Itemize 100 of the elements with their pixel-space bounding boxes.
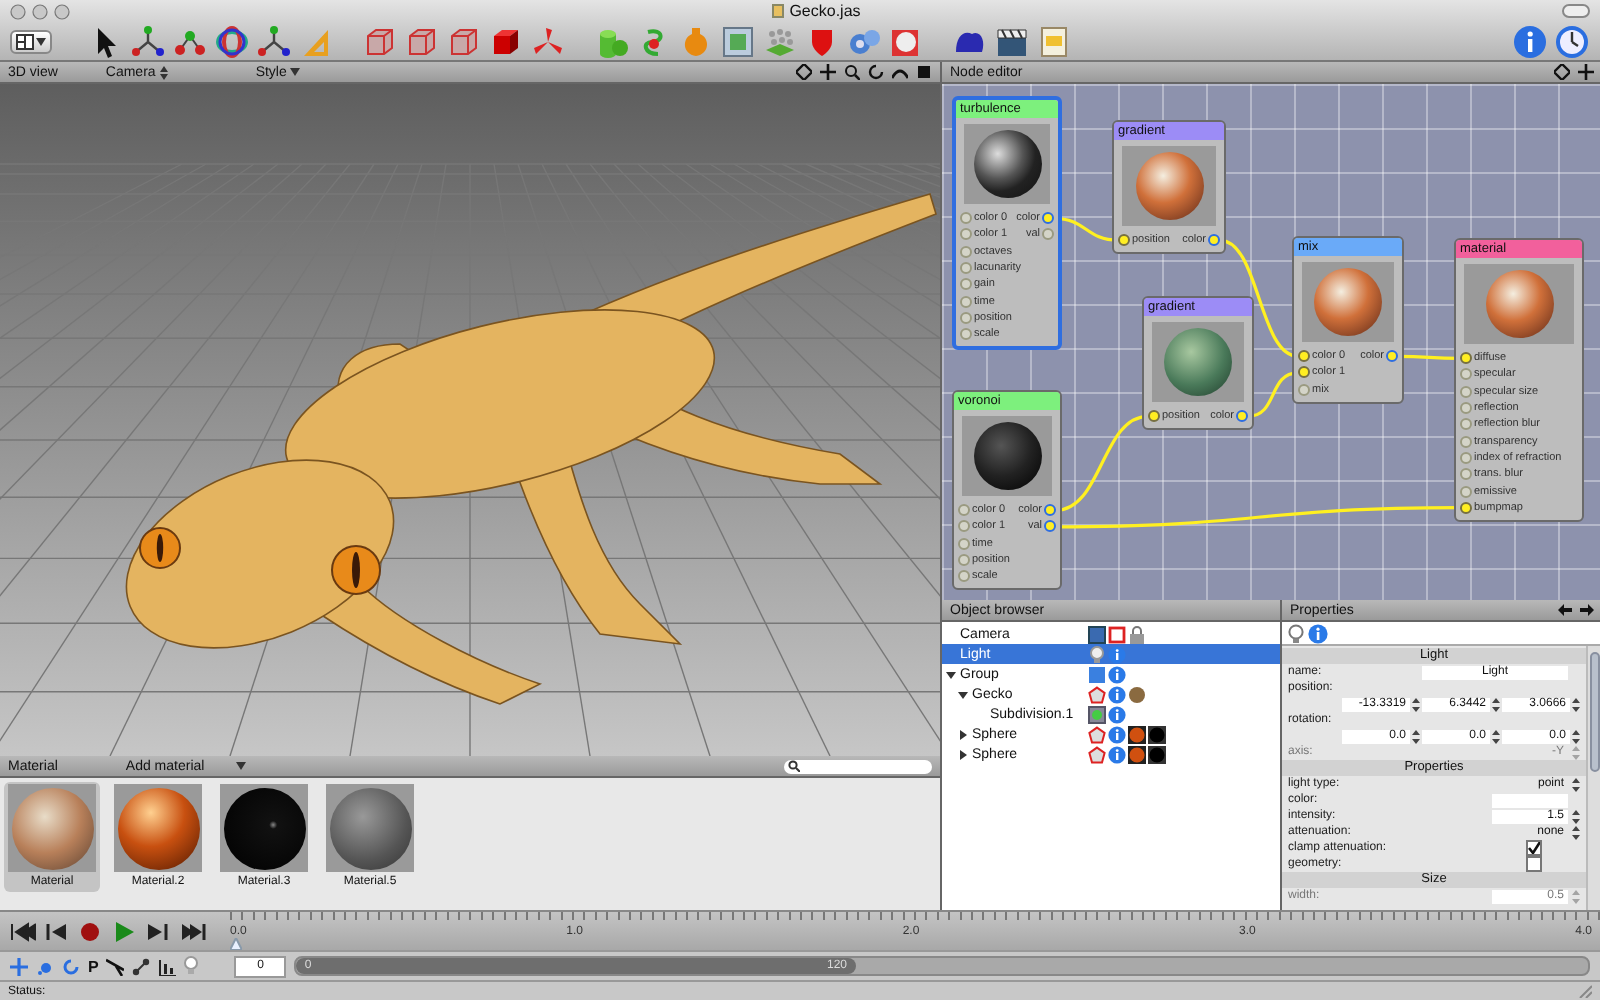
clock-icon[interactable]	[1554, 23, 1590, 59]
collapsed-triangle-icon[interactable]	[958, 749, 968, 759]
port-dot[interactable]	[1460, 468, 1472, 481]
port-dot[interactable]	[960, 245, 972, 258]
move-icon[interactable]	[820, 64, 836, 80]
port-dot[interactable]	[960, 295, 972, 308]
port-dot[interactable]	[1460, 352, 1472, 365]
wireframe-cube-icon[interactable]	[446, 23, 482, 59]
expanded-triangle-icon[interactable]	[946, 669, 956, 679]
boxed-cube-icon[interactable]	[720, 23, 756, 59]
port-dot[interactable]	[958, 504, 970, 517]
clapperboard-icon[interactable]	[994, 23, 1030, 59]
port-dot[interactable]	[960, 328, 972, 341]
nodes-icon[interactable]	[132, 957, 151, 975]
port-dot[interactable]	[1460, 385, 1472, 398]
bar-chart-icon[interactable]	[158, 957, 177, 975]
color-swatch[interactable]	[1492, 793, 1568, 807]
collapsed-triangle-icon[interactable]	[958, 729, 968, 739]
port-dot[interactable]	[1236, 410, 1248, 423]
arc-icon[interactable]	[892, 64, 908, 80]
port-dot[interactable]	[958, 554, 970, 567]
spinner-icon[interactable]	[1572, 809, 1580, 823]
sphere-icon	[1128, 745, 1146, 763]
port-dot[interactable]	[960, 262, 972, 275]
port-dot[interactable]	[1460, 451, 1472, 464]
resize-grip-icon[interactable]	[1578, 984, 1592, 998]
step-forward-icon[interactable]	[146, 921, 172, 941]
sphere-preview	[1135, 152, 1203, 220]
port-dot[interactable]	[1118, 234, 1130, 247]
spinner-icon[interactable]	[1572, 777, 1580, 791]
spinner-icon	[1572, 889, 1580, 903]
sphere-preview	[973, 422, 1041, 490]
layout-icon	[16, 33, 34, 49]
pen-tool-button[interactable]: P	[88, 957, 99, 975]
port-dot[interactable]	[1298, 383, 1310, 396]
port-dot[interactable]	[1460, 402, 1472, 415]
port-dot[interactable]	[960, 278, 972, 291]
spinner-icon[interactable]	[1572, 825, 1580, 839]
square-icon[interactable]	[916, 64, 932, 80]
photo-icon	[1088, 625, 1106, 643]
info-icon[interactable]	[1512, 23, 1548, 59]
port-dot[interactable]	[1460, 435, 1472, 448]
sphere-icon	[1148, 725, 1166, 743]
port-dot[interactable]	[1386, 350, 1398, 363]
scrollbar[interactable]	[1586, 646, 1600, 910]
port-dot[interactable]	[1042, 212, 1054, 225]
search-icon	[788, 760, 800, 772]
axes-icon[interactable]	[256, 23, 292, 59]
scrollbar-thumb[interactable]	[1590, 652, 1600, 772]
checkbox[interactable]	[1526, 840, 1542, 856]
play-icon[interactable]	[112, 921, 138, 941]
expanded-triangle-icon[interactable]	[958, 689, 968, 699]
port-dot[interactable]	[1208, 234, 1220, 247]
port-dot[interactable]	[1460, 485, 1472, 498]
blades-icon[interactable]	[530, 23, 566, 59]
zoom-icon[interactable]	[844, 64, 860, 80]
port-dot[interactable]	[1298, 350, 1310, 363]
rotate-icon[interactable]	[868, 64, 884, 80]
forward-arrow-icon[interactable]	[1580, 604, 1594, 616]
record-icon[interactable]	[78, 921, 104, 941]
port-dot[interactable]	[958, 570, 970, 583]
caret-icon	[36, 37, 46, 45]
point-icon[interactable]	[36, 957, 54, 975]
port-dot[interactable]	[1298, 366, 1310, 379]
info-icon	[1108, 645, 1126, 663]
layout-button[interactable]	[10, 29, 52, 53]
port-dot[interactable]	[960, 228, 972, 241]
port-dot[interactable]	[960, 311, 972, 324]
bulb-icon	[1088, 645, 1106, 663]
info-icon	[1108, 665, 1126, 683]
port-dot[interactable]	[1042, 228, 1054, 241]
pointer-icon[interactable]	[106, 957, 125, 975]
port-dot[interactable]	[958, 520, 970, 533]
port-dot[interactable]	[1460, 501, 1472, 514]
rings-icon[interactable]	[214, 23, 250, 59]
port-dot[interactable]	[1460, 418, 1472, 431]
port-dot[interactable]	[1044, 520, 1056, 533]
back-arrow-icon[interactable]	[1558, 604, 1572, 616]
skip-to-start-icon[interactable]	[10, 921, 36, 941]
checkbox[interactable]	[1526, 856, 1542, 872]
port-dot[interactable]	[1044, 504, 1056, 517]
move-icon[interactable]	[1578, 64, 1594, 80]
axes-icon[interactable]	[130, 23, 166, 59]
sphere-icon	[1148, 745, 1166, 763]
toolbar-toggle-icon[interactable]	[1562, 4, 1590, 18]
port-dot[interactable]	[1460, 368, 1472, 381]
info-icon	[1108, 685, 1126, 703]
wireframe-cube-icon[interactable]	[404, 23, 440, 59]
search-field[interactable]	[784, 759, 932, 773]
skip-to-end-icon[interactable]	[180, 921, 206, 941]
port-dot[interactable]	[1148, 410, 1160, 423]
wireframe-cube-icon[interactable]	[362, 23, 398, 59]
step-back-icon[interactable]	[44, 921, 70, 941]
bulb-icon[interactable]	[1288, 623, 1304, 643]
diamond-icon[interactable]	[796, 64, 812, 80]
diamond-icon[interactable]	[1554, 64, 1570, 80]
port-dot[interactable]	[958, 537, 970, 550]
caret-icon	[290, 68, 301, 76]
info-icon[interactable]	[1308, 623, 1328, 643]
port-dot[interactable]	[960, 212, 972, 225]
